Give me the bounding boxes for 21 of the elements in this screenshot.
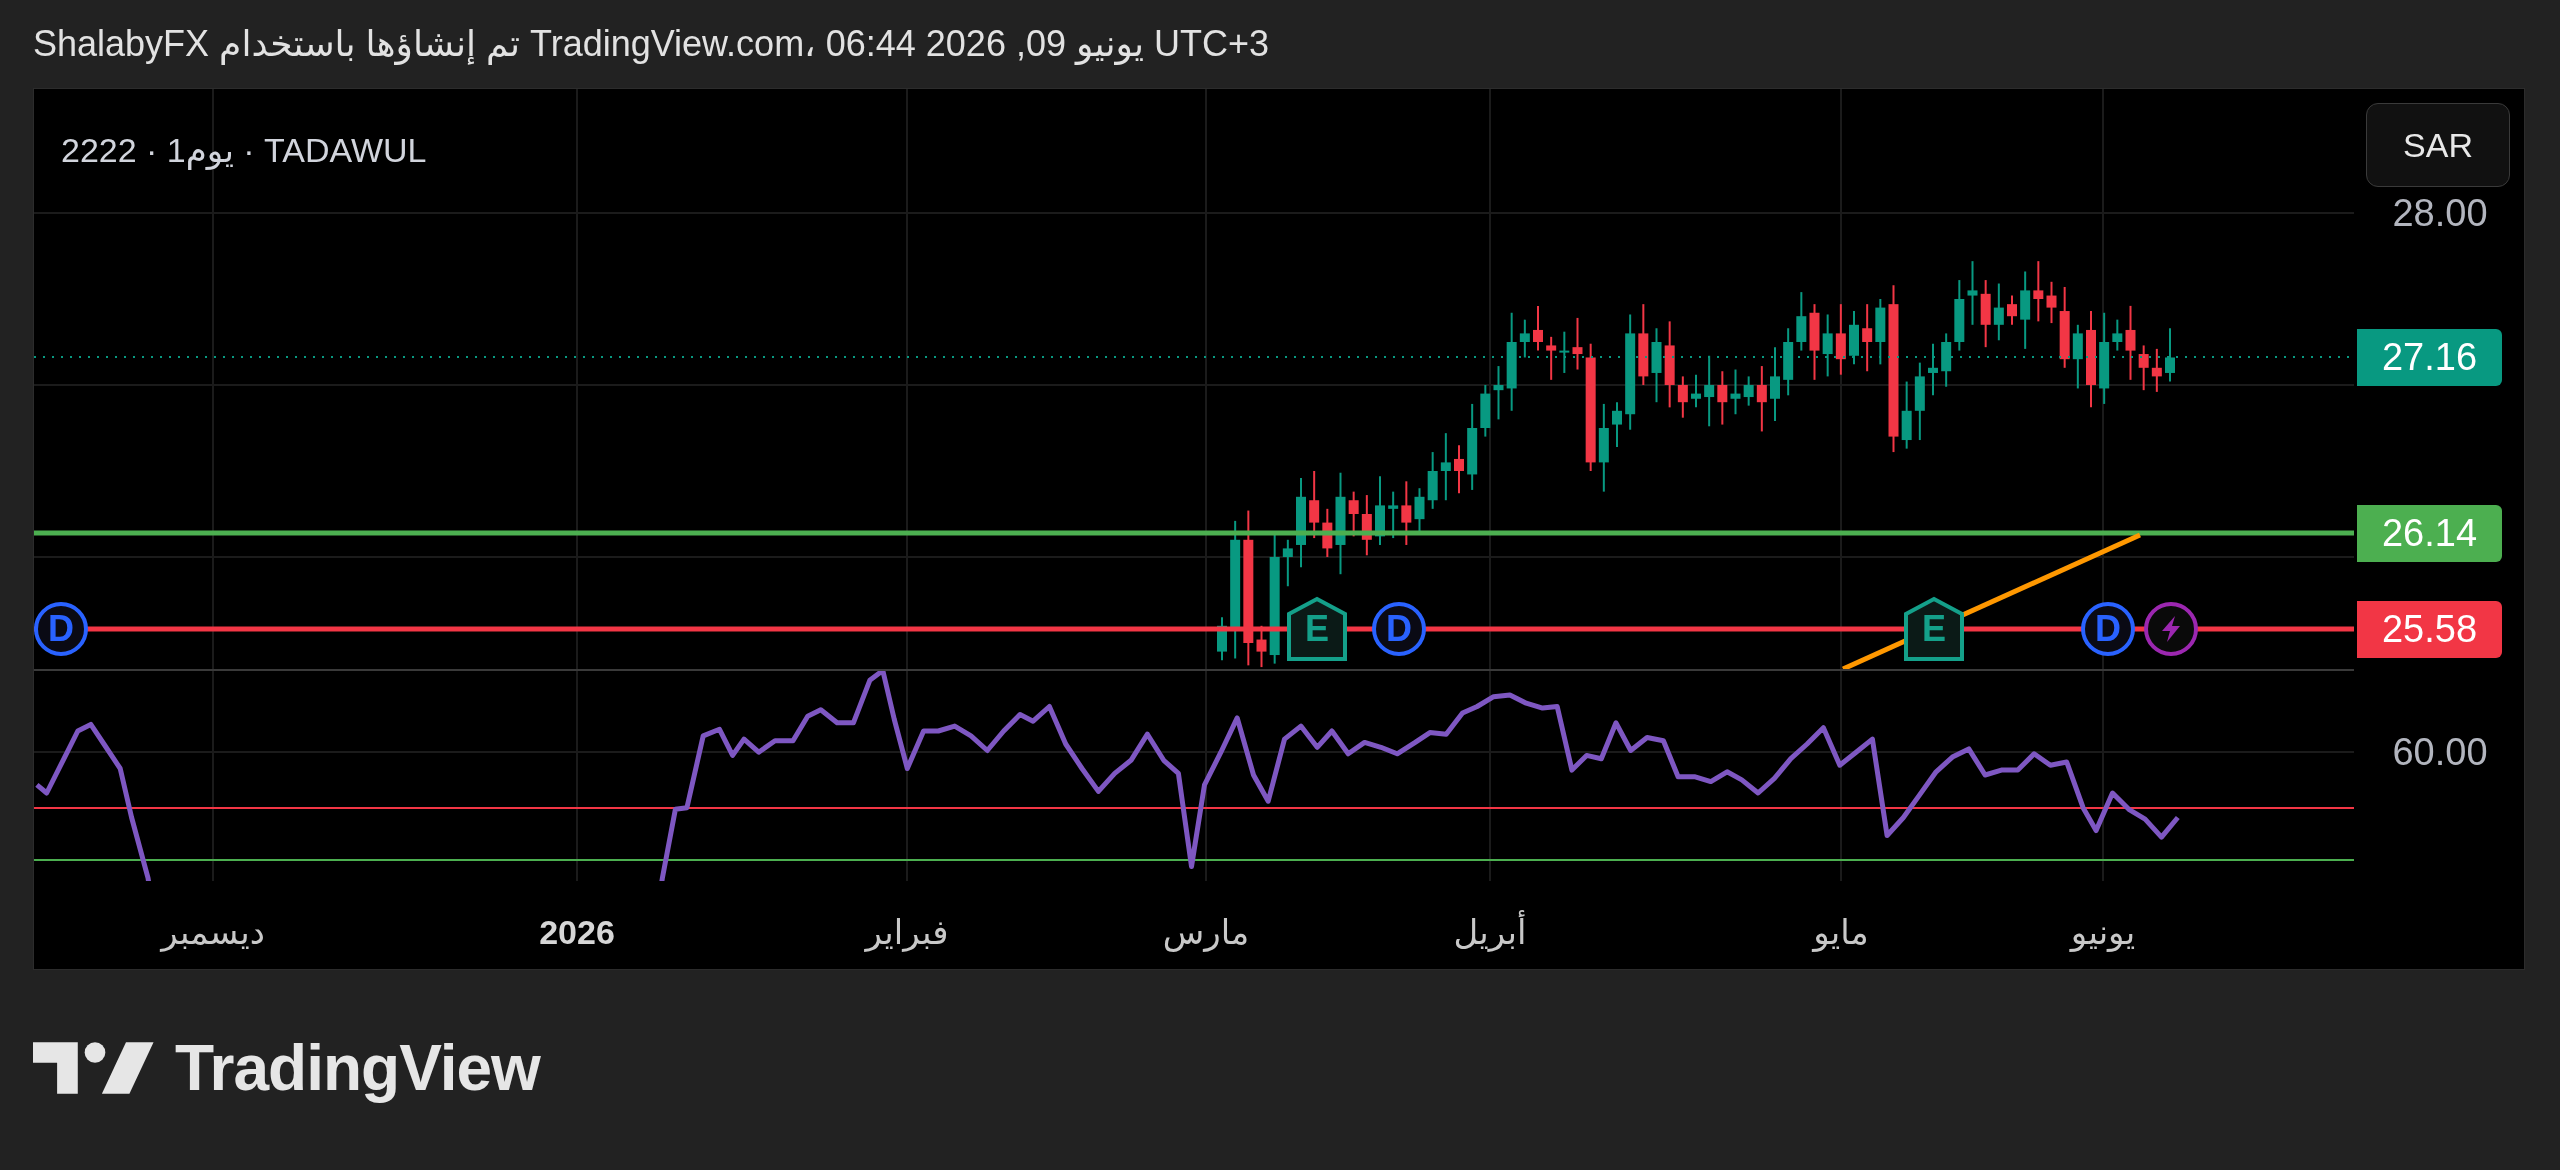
time-axis-label: يونيو bbox=[2070, 912, 2136, 954]
dividend-marker: D bbox=[1372, 602, 1426, 656]
time-axis-label: 2026 bbox=[539, 912, 615, 953]
time-axis-label: ديسمبر bbox=[161, 912, 265, 954]
time-axis-label: فبراير bbox=[865, 912, 949, 954]
rsi-axis-label: 60.00 bbox=[2391, 733, 2489, 771]
price-tag: 25.58 bbox=[2357, 601, 2502, 658]
time-axis-label: أبريل bbox=[1453, 907, 1527, 958]
chart-legend: 2222 · 1يوم · TADAWUL bbox=[61, 125, 427, 176]
price-axis-label: 28.00 bbox=[2391, 194, 2489, 232]
dividend-marker: D bbox=[2081, 602, 2135, 656]
price-tag: 26.14 bbox=[2357, 505, 2502, 562]
time-axis-label: مايو bbox=[1813, 912, 1869, 954]
time-axis-label: مارس bbox=[1162, 912, 1250, 954]
earnings-marker: E bbox=[1903, 596, 1965, 662]
currency-button[interactable]: SAR bbox=[2366, 103, 2510, 187]
dividend-marker: D bbox=[34, 602, 88, 656]
lightning-icon bbox=[2144, 602, 2198, 656]
chart-caption: ShalabyFX تم إنشاؤها باستخدام TradingView.com، 06:44 2026 ,09 يونيو UTC+3 bbox=[33, 22, 1270, 67]
price-tag: 27.16 bbox=[2357, 329, 2502, 386]
earnings-marker: E bbox=[1286, 596, 1348, 662]
